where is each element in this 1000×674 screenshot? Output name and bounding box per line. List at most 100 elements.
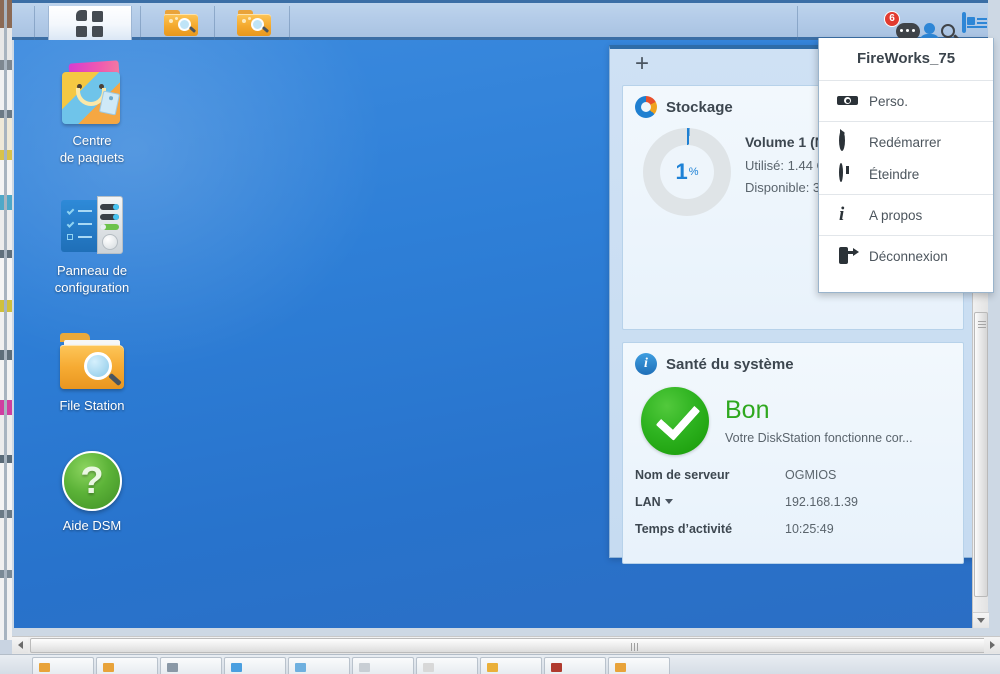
os-taskbar-button[interactable] <box>288 657 350 674</box>
os-taskbar-button[interactable] <box>96 657 158 674</box>
os-taskbar-button[interactable] <box>224 657 286 674</box>
vertical-scrollbar-thumb[interactable] <box>974 312 988 597</box>
menu-item-shutdown[interactable]: Éteindre <box>819 158 993 190</box>
row-key: Temps d’activité <box>635 522 733 536</box>
power-icon <box>839 163 857 183</box>
file-station-icon <box>32 325 152 391</box>
reload-icon <box>839 130 857 151</box>
user-dropdown-menu: FireWorks_75 Perso. Redémarrer Éteindre … <box>818 38 994 293</box>
desktop-icon-label: de paquets <box>59 150 125 165</box>
menu-item-label: A propos <box>869 207 923 223</box>
desktop-icon-label: File Station <box>59 398 125 413</box>
health-row-lan[interactable]: LAN 192.168.1.39 <box>623 495 963 509</box>
system-health-header: i Santé du système <box>623 343 963 381</box>
menu-item-about[interactable]: i A propos <box>819 199 993 231</box>
widget-card-icon <box>962 12 987 33</box>
storage-available: Disponible: 3. <box>745 180 824 195</box>
dsm-help-icon: ? <box>32 445 152 511</box>
storage-volume-name: Volume 1 (N <box>745 134 825 150</box>
info-icon: i <box>839 204 845 225</box>
menu-item-label: Perso. <box>869 93 909 109</box>
os-taskbar-button[interactable] <box>160 657 222 674</box>
menu-item-label: Éteindre <box>869 166 920 182</box>
taskbar-separator <box>797 6 798 40</box>
scroll-down-button[interactable] <box>973 612 989 628</box>
os-taskbar-button[interactable] <box>352 657 414 674</box>
desktop-icon-dsm-help[interactable]: ? Aide DSM <box>32 445 152 534</box>
scrollbar-grip <box>631 643 641 651</box>
widgets-button[interactable] <box>962 12 987 33</box>
horizontal-scrollbar[interactable] <box>12 636 1000 654</box>
user-menu-title: FireWorks_75 <box>856 50 956 67</box>
health-check-icon <box>641 387 709 455</box>
system-health-body: Bon Votre DiskStation fonctionne cor... <box>623 381 963 455</box>
background-window-edge <box>4 0 7 640</box>
user-menu-group: Perso. <box>819 80 993 121</box>
horizontal-scrollbar-thumb[interactable] <box>30 638 1000 653</box>
gear-icon <box>839 92 857 110</box>
menu-item-personal[interactable]: Perso. <box>819 85 993 117</box>
row-value: 10:25:49 <box>785 522 834 536</box>
os-taskbar-button[interactable] <box>32 657 94 674</box>
menu-item-label: Redémarrer <box>869 134 942 150</box>
desktop-icon-package-center[interactable]: Centre de paquets <box>32 60 152 166</box>
desktop-icon-label: Centre <box>72 133 112 148</box>
taskbar-separator <box>34 6 35 40</box>
scroll-right-button[interactable] <box>984 637 1000 653</box>
storage-usage-donut: 1% <box>643 128 731 216</box>
desktop-icon-label: configuration <box>54 280 130 295</box>
chevron-left-icon <box>17 641 23 649</box>
scroll-left-button[interactable] <box>12 637 28 653</box>
desktop-icon-file-station[interactable]: File Station <box>32 325 152 414</box>
os-taskbar[interactable] <box>0 654 1000 674</box>
health-row-server-name: Nom de serveur OGMIOS <box>623 468 963 482</box>
row-key: Nom de serveur <box>635 468 730 482</box>
grid-icon <box>76 9 104 37</box>
taskbar-tray: 6 <box>884 3 987 45</box>
chevron-right-icon <box>989 641 995 649</box>
notification-badge: 6 <box>884 11 900 27</box>
health-row-uptime: Temps d’activité 10:25:49 <box>623 522 963 536</box>
add-widget-button[interactable]: + <box>630 52 654 77</box>
row-key: LAN <box>635 495 785 509</box>
os-taskbar-button[interactable] <box>416 657 478 674</box>
scrollbar-grip <box>978 321 986 330</box>
taskbar-app-file-station-1[interactable] <box>145 6 217 40</box>
chevron-down-icon[interactable] <box>664 499 673 504</box>
desktop-icon-label: Aide DSM <box>62 518 122 533</box>
menu-item-logout[interactable]: Déconnexion <box>819 240 993 272</box>
dsm-desktop-screen: Centre de paquets Panneau de configurati… <box>0 0 1000 674</box>
taskbar-separator <box>140 6 141 40</box>
storage-used: Utilisé: 1.44 G <box>745 158 827 173</box>
row-value: OGMIOS <box>785 468 837 482</box>
storage-percent-unit: % <box>688 166 699 178</box>
health-status: Bon <box>725 396 770 425</box>
taskbar-app-file-station-2[interactable] <box>218 6 290 40</box>
taskbar-separator <box>214 6 215 40</box>
desktop-icon-label: Panneau de <box>56 263 128 278</box>
desktop-icon-control-panel[interactable]: Panneau de configuration <box>32 190 152 296</box>
os-taskbar-button[interactable] <box>544 657 606 674</box>
health-description: Votre DiskStation fonctionne cor... <box>725 430 913 445</box>
user-menu-group: Redémarrer Éteindre <box>819 121 993 194</box>
user-menu-group: Déconnexion <box>819 235 993 276</box>
user-menu-group: i A propos <box>819 194 993 235</box>
os-taskbar-button[interactable] <box>608 657 670 674</box>
package-center-icon <box>32 60 152 126</box>
dsm-taskbar: 6 <box>12 0 988 45</box>
folder-search-icon <box>237 9 271 37</box>
chevron-down-icon <box>977 618 985 623</box>
storage-volume-info: Volume 1 (N Utilisé: 1.44 G Disponible: … <box>745 128 827 216</box>
os-taskbar-button[interactable] <box>480 657 542 674</box>
taskbar-separator <box>289 6 290 40</box>
info-icon: i <box>635 353 657 375</box>
system-health-widget: i Santé du système Bon Votre DiskStation… <box>622 342 964 564</box>
control-panel-icon <box>32 190 152 256</box>
row-value: 192.168.1.39 <box>785 495 858 509</box>
system-health-title: Santé du système <box>666 355 794 373</box>
folder-search-icon <box>164 9 198 37</box>
storage-widget-title: Stockage <box>666 98 733 116</box>
storage-donut-icon <box>635 96 657 118</box>
main-menu-button[interactable] <box>48 6 132 40</box>
menu-item-restart[interactable]: Redémarrer <box>819 126 993 158</box>
